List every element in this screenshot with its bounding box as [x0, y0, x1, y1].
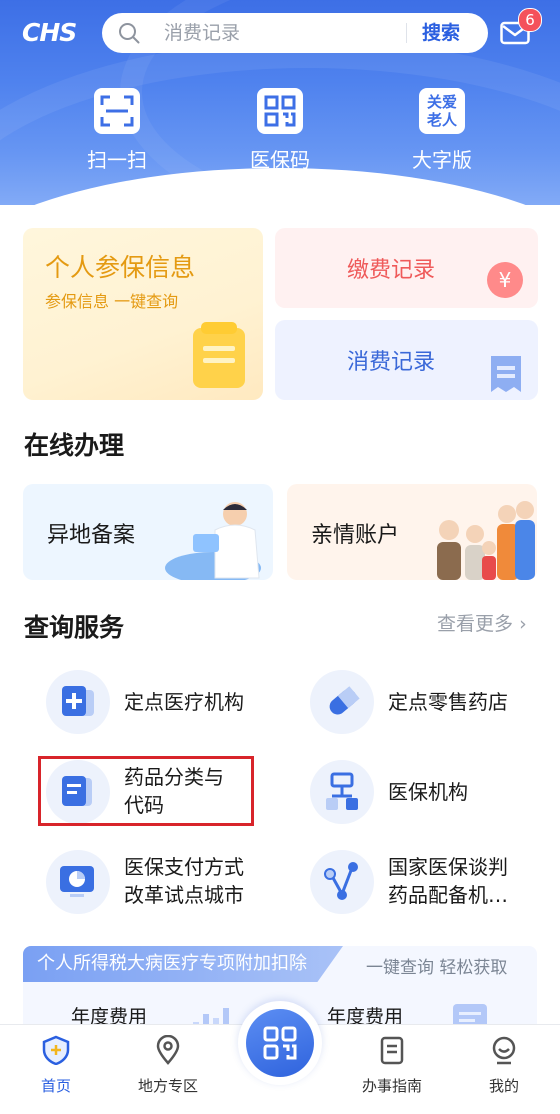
consumption-record-card[interactable]: 消费记录 — [275, 320, 538, 400]
quick-large-font[interactable]: 关爱 老人 大字版 — [387, 88, 497, 173]
monitor-chart-icon — [46, 850, 110, 914]
chevron-right-icon: › — [519, 613, 527, 635]
tab-local-zone[interactable]: 地方专区 — [118, 1034, 218, 1096]
network-icon — [310, 850, 374, 914]
payment-record-card[interactable]: 缴费记录 ¥ — [275, 228, 538, 308]
service-payment-reform[interactable]: 医保支付方式 改革试点城市 — [46, 850, 286, 920]
online-section-title: 在线办理 — [24, 431, 125, 460]
center-qr-icon — [246, 1009, 314, 1077]
hospital-icon — [46, 670, 110, 734]
message-button[interactable]: 6 — [500, 8, 542, 46]
receipt-icon — [491, 356, 521, 392]
remote-filing-illustration — [165, 502, 261, 580]
folder-icon — [193, 322, 245, 388]
scan-icon — [94, 88, 140, 134]
tab-home[interactable]: 首页 — [6, 1035, 106, 1096]
service-designated-hospital[interactable]: 定点医疗机构 — [46, 670, 276, 740]
query-section-title: 查询服务 — [24, 613, 125, 642]
service-label: 国家医保谈判 药品配备机… — [388, 855, 508, 907]
message-badge: 6 — [518, 8, 542, 32]
yen-coin-icon: ¥ — [487, 262, 523, 298]
service-designated-pharmacy[interactable]: 定点零售药店 — [310, 670, 540, 740]
tab-label: 首页 — [40, 1077, 71, 1095]
svg-text:¥: ¥ — [499, 268, 512, 292]
home-shield-icon — [41, 1035, 71, 1066]
service-label: 医保机构 — [388, 780, 468, 804]
tab-label: 地方专区 — [137, 1077, 198, 1095]
family-account-title: 亲情账户 — [311, 523, 400, 548]
personal-insurance-subtitle: 参保信息 一键查询 — [45, 292, 179, 311]
family-account-card[interactable]: 亲情账户 — [287, 484, 537, 580]
consumption-record-title: 消费记录 — [347, 350, 436, 375]
tab-mine[interactable]: 我的 — [454, 1035, 554, 1096]
qrcode-icon — [257, 88, 303, 134]
profile-icon — [489, 1035, 519, 1065]
service-negotiated-drugs[interactable]: 国家医保谈判 药品配备机… — [310, 850, 550, 920]
search-bar[interactable]: 消费记录 搜索 — [102, 13, 488, 53]
tax-deduction-tag: 个人所得税大病医疗专项附加扣除 — [23, 946, 343, 982]
tab-guide[interactable]: 办事指南 — [342, 1035, 442, 1096]
search-button[interactable]: 搜索 — [422, 13, 460, 53]
quick-scan[interactable]: 扫一扫 — [62, 88, 172, 173]
elder-care-icon: 关爱 老人 — [419, 88, 465, 134]
quick-scan-label: 扫一扫 — [87, 148, 147, 172]
view-more-link[interactable]: 查看更多 › — [437, 609, 527, 636]
search-input[interactable]: 消费记录 — [164, 13, 240, 53]
search-divider — [406, 23, 407, 43]
tab-label: 办事指南 — [361, 1077, 422, 1095]
quick-large-font-label: 大字版 — [412, 148, 472, 172]
personal-insurance-card[interactable]: 个人参保信息 参保信息 一键查询 — [23, 228, 263, 400]
pill-icon — [310, 670, 374, 734]
bottom-tab-bar: 首页 地方专区 办事指南 我的 — [0, 1001, 560, 1114]
tax-deduction-subtitle: 一键查询 轻松获取 — [366, 958, 508, 978]
payment-record-title: 缴费记录 — [347, 258, 436, 283]
tab-label: 我的 — [488, 1077, 519, 1095]
chs-logo: CHS — [22, 18, 77, 47]
family-illustration — [437, 501, 535, 580]
highlight-box — [38, 756, 254, 826]
service-label: 定点医疗机构 — [124, 690, 244, 714]
search-icon — [119, 23, 140, 44]
org-tree-icon — [310, 760, 374, 824]
service-label: 定点零售药店 — [388, 690, 508, 714]
location-pin-icon — [153, 1034, 183, 1065]
quick-qrcode[interactable]: 医保码 — [225, 88, 335, 173]
remote-filing-card[interactable]: 异地备案 — [23, 484, 273, 580]
personal-insurance-title: 个人参保信息 — [45, 253, 196, 282]
remote-filing-title: 异地备案 — [47, 523, 136, 548]
service-label: 医保支付方式 改革试点城市 — [124, 855, 244, 907]
quick-qrcode-label: 医保码 — [250, 148, 310, 172]
center-qr-button[interactable] — [238, 1001, 322, 1085]
service-insurance-agency[interactable]: 医保机构 — [310, 760, 540, 830]
guide-doc-icon — [377, 1035, 407, 1065]
view-more-label: 查看更多 — [437, 613, 514, 635]
